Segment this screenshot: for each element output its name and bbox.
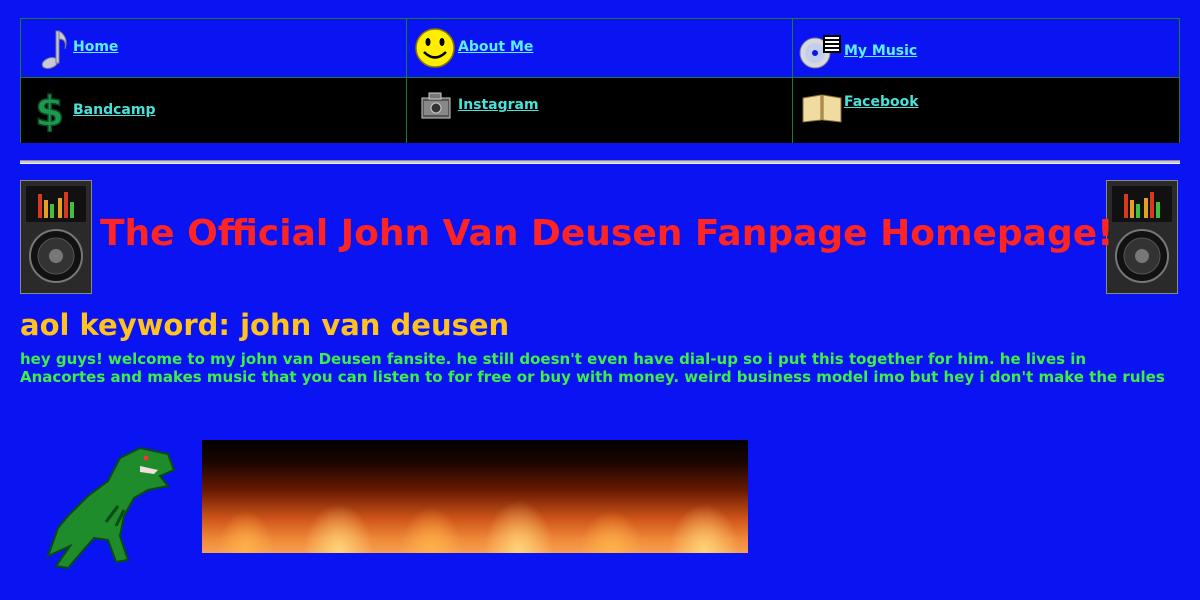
smiley-icon xyxy=(415,28,455,68)
nav-cell-facebook: Facebook xyxy=(793,78,1179,143)
nav-cell-music: My Music xyxy=(793,19,1179,77)
nav-cell-home: Home xyxy=(21,19,407,77)
nav-link-my-music[interactable]: My Music xyxy=(844,43,917,59)
dollar-icon: $ xyxy=(34,86,65,132)
nav-cell-about: About Me xyxy=(407,19,793,77)
svg-text:$: $ xyxy=(35,87,64,132)
speaker-icon xyxy=(1106,180,1178,294)
nav-table: Home About Me My Music $ Bandcamp Instag… xyxy=(20,18,1180,143)
nav-cell-bandcamp: $ Bandcamp xyxy=(21,78,407,143)
horizontal-rule xyxy=(20,160,1180,164)
nav-link-facebook[interactable]: Facebook xyxy=(844,94,919,110)
nav-row: Home About Me My Music xyxy=(21,19,1179,77)
book-icon xyxy=(802,94,842,123)
nav-link-instagram[interactable]: Instagram xyxy=(458,97,539,113)
music-note-icon xyxy=(41,30,67,69)
t-rex-image xyxy=(46,446,176,570)
nav-link-home[interactable]: Home xyxy=(73,39,118,55)
nav-row: $ Bandcamp Instagram Facebook xyxy=(21,77,1179,143)
nav-link-about-me[interactable]: About Me xyxy=(458,39,533,55)
fire-banner-image xyxy=(202,440,748,553)
nav-cell-instagram: Instagram xyxy=(407,78,793,143)
nav-link-bandcamp[interactable]: Bandcamp xyxy=(73,102,155,118)
page-title: The Official John Van Deusen Fanpage Hom… xyxy=(100,213,1114,254)
cd-icon xyxy=(799,35,841,69)
intro-paragraph: hey guys! welcome to my john van Deusen … xyxy=(20,350,1165,386)
camera-icon xyxy=(421,92,451,119)
aol-keyword-heading: aol keyword: john van deusen xyxy=(20,308,510,342)
speaker-icon xyxy=(20,180,92,294)
